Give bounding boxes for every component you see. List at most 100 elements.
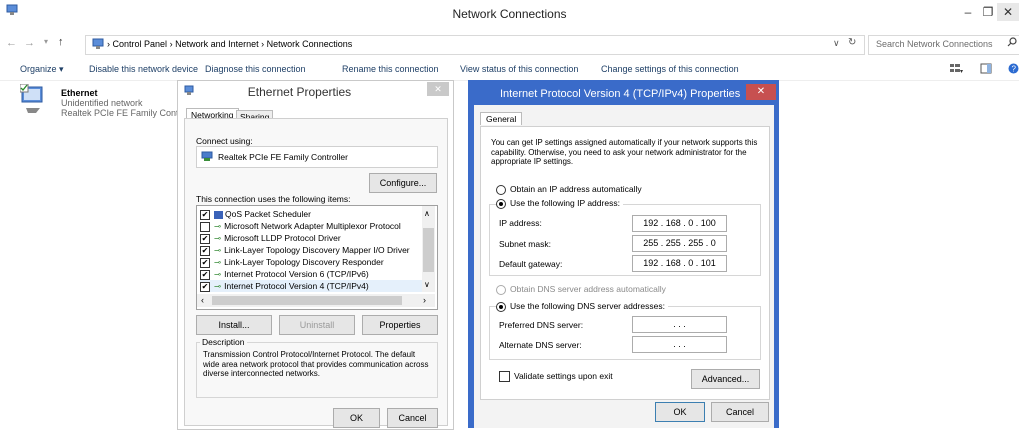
ipv4-dialog-close-button[interactable]: ✕ [746, 84, 776, 100]
close-button[interactable]: ✕ [997, 3, 1019, 21]
install-button[interactable]: Install... [196, 315, 272, 335]
item-label: Microsoft Network Adapter Multiplexor Pr… [224, 221, 401, 231]
items-list-content: ✔ QoS Packet Scheduler ⊸ Microsoft Network… [200, 208, 422, 292]
search-placeholder: Search Network Connections [876, 39, 993, 49]
recent-dropdown[interactable]: ▾ [44, 37, 48, 46]
ipv4-cancel-button[interactable]: Cancel [711, 402, 769, 422]
horizontal-scrollbar[interactable]: ‹ › [197, 294, 435, 307]
preview-pane-icon[interactable] [980, 63, 992, 75]
breadcrumb-separator: › [261, 39, 265, 49]
description-text: Transmission Control Protocol/Internet P… [203, 350, 429, 378]
refresh-button[interactable]: ↻ [848, 37, 856, 48]
tab-general[interactable]: General [480, 112, 523, 125]
breadcrumb-control-panel[interactable]: Control Panel [113, 39, 168, 49]
diagnose-button[interactable]: Diagnose this connection [205, 64, 306, 74]
description-label: Description [200, 337, 247, 347]
list-item[interactable]: ✔ QoS Packet Scheduler [200, 208, 422, 220]
breadcrumb-separator: › [169, 39, 173, 49]
item-label: QoS Packet Scheduler [225, 209, 311, 219]
breadcrumb-separator: › [107, 39, 110, 49]
protocol-icon: ⊸ [214, 269, 222, 279]
help-icon[interactable]: ? [1008, 63, 1019, 74]
search-icon[interactable] [1007, 37, 1017, 47]
item-checkbox[interactable]: ✔ [200, 209, 210, 220]
scroll-right-icon[interactable]: › [423, 295, 426, 305]
item-label: Internet Protocol Version 6 (TCP/IPv6) [224, 269, 369, 279]
protocol-icon: ⊸ [214, 257, 222, 267]
scroll-down-icon[interactable]: ∨ [424, 280, 430, 289]
view-status-button[interactable]: View status of this connection [460, 64, 578, 74]
obtain-dns-auto-radio[interactable] [496, 284, 506, 295]
validate-settings-option[interactable]: Validate settings upon exit [499, 371, 613, 383]
use-following-dns-option[interactable]: Use the following DNS server addresses: [496, 301, 668, 312]
item-label: Link-Layer Topology Discovery Responder [224, 257, 384, 267]
uninstall-button[interactable]: Uninstall [279, 315, 355, 335]
default-gateway-field[interactable]: 192 . 168 . 0 . 101 [632, 255, 727, 272]
h-scrollbar-thumb[interactable] [212, 296, 402, 305]
validate-settings-checkbox[interactable] [499, 371, 510, 383]
connect-using-label: Connect using: [196, 136, 253, 146]
list-item[interactable]: ✔ ⊸ Internet Protocol Version 6 (TCP/IPv6) [200, 268, 422, 280]
item-checkbox[interactable]: ✔ [200, 257, 210, 268]
use-following-dns-label: Use the following DNS server addresses: [510, 301, 665, 311]
protocol-icon: ⊸ [214, 221, 222, 231]
back-button[interactable]: ← [6, 37, 17, 49]
item-checkbox[interactable]: ✔ [200, 269, 210, 280]
protocol-icon: ⊸ [214, 245, 222, 255]
use-following-dns-radio[interactable] [496, 301, 506, 312]
address-dropdown[interactable]: ∨ [833, 38, 840, 49]
properties-button[interactable]: Properties [362, 315, 438, 335]
obtain-dns-auto-label: Obtain DNS server address automatically [510, 284, 666, 294]
subnet-mask-field[interactable]: 255 . 255 . 255 . 0 [632, 235, 727, 252]
item-checkbox[interactable]: ✔ [200, 245, 210, 256]
organize-button[interactable]: Organize ▾ [20, 64, 64, 75]
view-options-icon[interactable]: ▾ [950, 63, 964, 75]
item-checkbox[interactable] [200, 221, 210, 232]
ip-address-field[interactable]: 192 . 168 . 0 . 100 [632, 215, 727, 232]
advanced-button[interactable]: Advanced... [691, 369, 760, 389]
obtain-ip-auto-label: Obtain an IP address automatically [510, 184, 642, 194]
breadcrumb-network-and-internet[interactable]: Network and Internet [175, 39, 259, 49]
items-label: This connection uses the following items… [196, 194, 351, 204]
use-following-ip-radio[interactable] [496, 198, 506, 209]
network-adapter-icon [201, 150, 213, 162]
obtain-dns-auto-option[interactable]: Obtain DNS server address automatically [496, 284, 666, 295]
use-following-ip-option[interactable]: Use the following IP address: [496, 198, 623, 209]
ethernet-ok-button[interactable]: OK [333, 408, 380, 428]
breadcrumb-network-connections[interactable]: Network Connections [267, 39, 353, 49]
obtain-ip-auto-option[interactable]: Obtain an IP address automatically [496, 184, 642, 195]
ipv4-ok-button[interactable]: OK [655, 402, 705, 422]
subnet-mask-label: Subnet mask: [499, 239, 551, 249]
vertical-scrollbar[interactable]: ∧ ∨ [422, 206, 435, 292]
rename-button[interactable]: Rename this connection [342, 64, 439, 74]
ethernet-cancel-button[interactable]: Cancel [387, 408, 438, 428]
forward-button[interactable]: → [24, 37, 35, 49]
svg-text:▾: ▾ [960, 69, 963, 75]
disable-device-button[interactable]: Disable this network device [89, 64, 198, 74]
qos-icon [214, 210, 223, 219]
list-item[interactable]: ⊸ Microsoft Network Adapter Multiplexor P… [200, 220, 422, 232]
ipv4-dialog-title: Internet Protocol Version 4 (TCP/IPv4) P… [500, 88, 741, 100]
configure-button[interactable]: Configure... [369, 173, 437, 193]
validate-settings-label: Validate settings upon exit [514, 371, 613, 381]
window-title: Network Connections [452, 7, 567, 21]
list-item[interactable]: ✔ ⊸ Link-Layer Topology Discovery Responde… [200, 256, 422, 268]
obtain-ip-auto-radio[interactable] [496, 184, 506, 195]
ethernet-dialog-close-button[interactable]: ✕ [427, 82, 449, 96]
item-checkbox[interactable]: ✔ [200, 233, 210, 244]
ip-address-label: IP address: [499, 218, 542, 228]
item-label: Microsoft LLDP Protocol Driver [224, 233, 341, 243]
scroll-up-icon[interactable]: ∧ [424, 209, 430, 218]
scrollbar-thumb[interactable] [423, 228, 434, 272]
scroll-left-icon[interactable]: ‹ [201, 295, 204, 305]
default-gateway-label: Default gateway: [499, 259, 563, 269]
alternate-dns-field[interactable]: . . . [632, 336, 727, 353]
list-item[interactable]: ✔ ⊸ Microsoft LLDP Protocol Driver [200, 232, 422, 244]
up-button[interactable]: ↑ [58, 36, 64, 48]
preferred-dns-field[interactable]: . . . [632, 316, 727, 333]
list-item[interactable]: ✔ ⊸ Link-Layer Topology Discovery Mapper I… [200, 244, 422, 256]
change-settings-button[interactable]: Change settings of this connection [601, 64, 739, 74]
ethernet-connection-icon[interactable] [19, 83, 46, 116]
list-item-selected[interactable]: ✔ ⊸ Internet Protocol Version 4 (TCP/IPv4) [200, 280, 422, 292]
item-checkbox[interactable]: ✔ [200, 281, 210, 292]
